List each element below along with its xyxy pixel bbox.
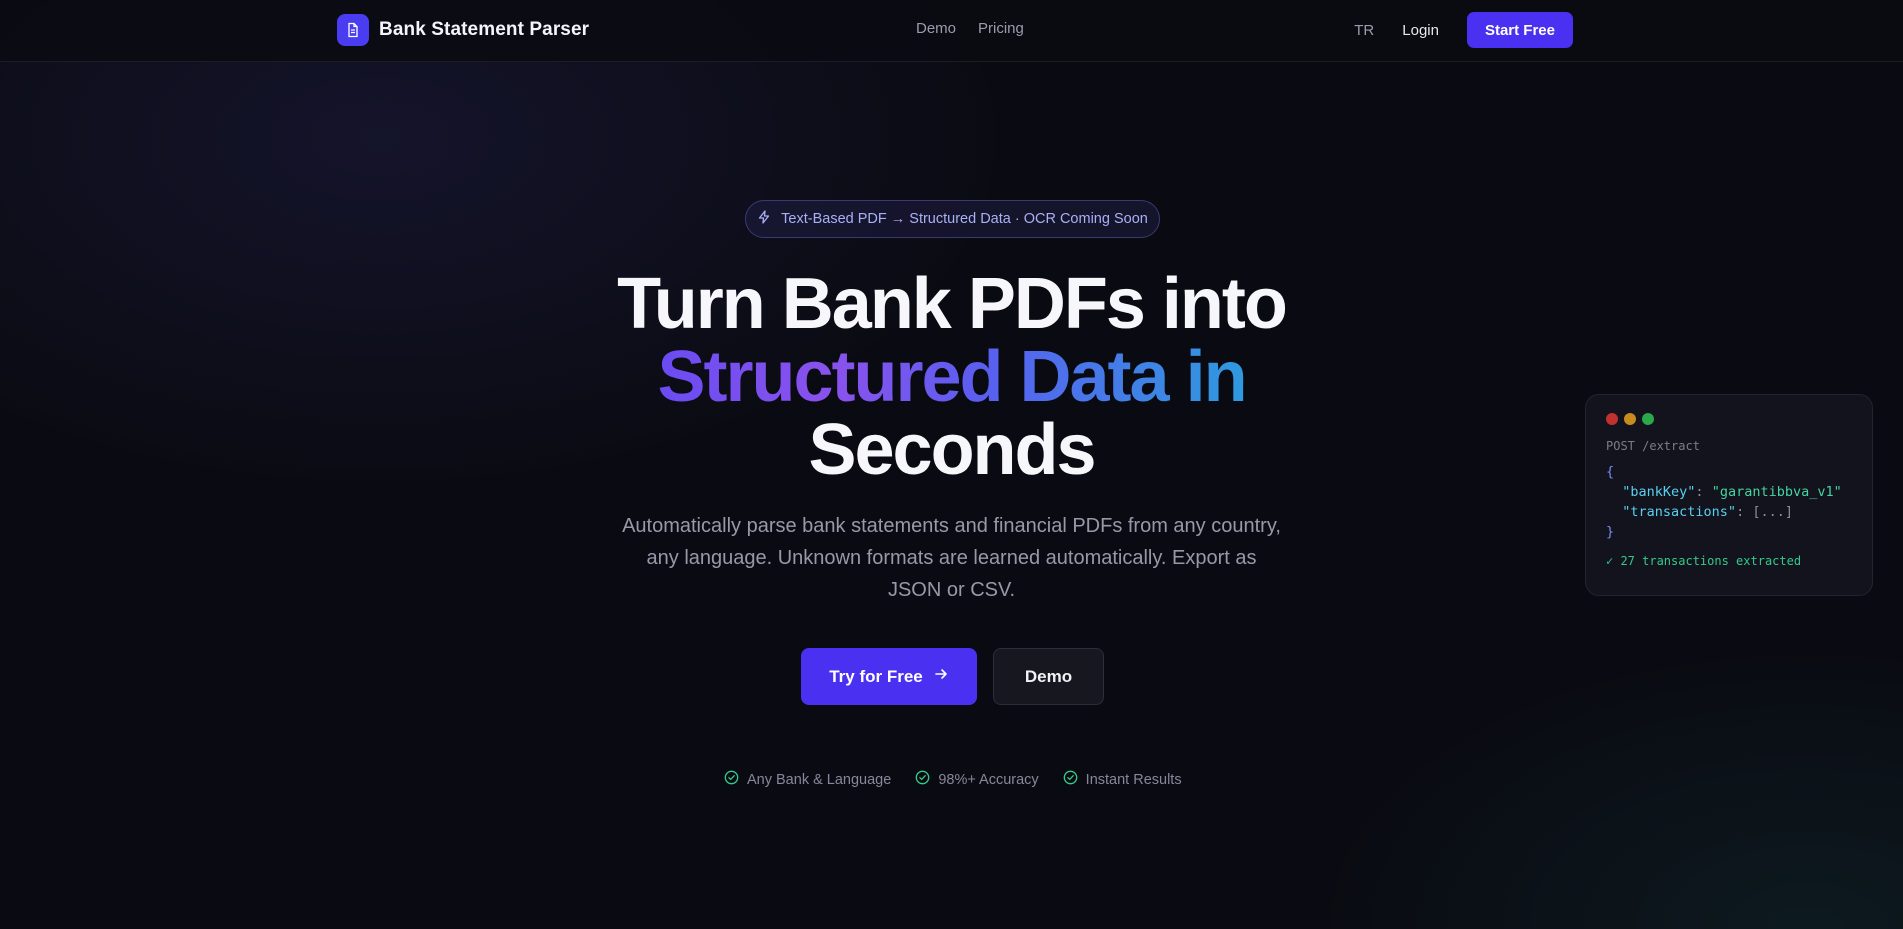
document-icon: [337, 14, 369, 46]
feature-label: 98%+ Accuracy: [938, 771, 1039, 788]
start-free-button[interactable]: Start Free: [1466, 12, 1573, 48]
code-key-bankkey: "bankKey": [1622, 484, 1696, 500]
extraction-result: ✓ 27 transactions extracted: [1606, 554, 1802, 568]
code-key-transactions: "transactions": [1622, 504, 1737, 520]
try-for-free-label: Try for Free: [829, 666, 923, 686]
login-link[interactable]: Login: [1402, 22, 1439, 39]
headline-line-2: Structured Data in: [657, 337, 1247, 417]
feature-label: Any Bank & Language: [747, 771, 892, 788]
cta-row: Try for Free Demo: [801, 648, 1104, 705]
hero-subtitle: Automatically parse bank statements and …: [622, 515, 1281, 601]
code-value-bankkey: "garantibbva_v1": [1711, 484, 1842, 500]
feature-item: Any Bank & Language: [724, 770, 891, 789]
nav-demo[interactable]: Demo: [916, 20, 956, 37]
code-open-brace: {: [1606, 464, 1615, 480]
nav-pricing[interactable]: Pricing: [978, 20, 1024, 37]
feature-item: Instant Results: [1063, 770, 1182, 789]
dot-red: [1606, 413, 1618, 425]
lightning-icon: [757, 210, 771, 228]
code-value-transactions: [...]: [1752, 504, 1793, 520]
demo-button[interactable]: Demo: [993, 648, 1104, 705]
main-nav: Demo Pricing: [916, 20, 1024, 37]
check-circle-icon: [915, 770, 930, 789]
nav-actions: TR Login Start Free: [1354, 12, 1573, 48]
api-code-card: POST /extract { "bankKey": "garantibbva_…: [1585, 394, 1873, 596]
dot-green: [1642, 413, 1654, 425]
language-toggle[interactable]: TR: [1354, 22, 1374, 39]
check-circle-icon: [1063, 770, 1078, 789]
code-endpoint: POST /extract: [1606, 439, 1700, 453]
code-close-brace: }: [1606, 524, 1615, 540]
window-dots: [1606, 413, 1852, 425]
brand[interactable]: Bank Statement Parser: [337, 14, 589, 46]
arrow-right-icon: [933, 666, 949, 687]
try-for-free-button[interactable]: Try for Free: [801, 648, 977, 705]
brand-name: Bank Statement Parser: [379, 19, 590, 40]
feature-item: 98%+ Accuracy: [915, 770, 1039, 789]
hero-badge-text: Text-Based PDF → Structured Data · OCR C…: [781, 211, 1148, 227]
top-navbar: Bank Statement Parser Demo Pricing TR Lo…: [0, 0, 1903, 62]
check-circle-icon: [724, 770, 739, 789]
headline-line-1: Turn Bank PDFs into: [617, 264, 1288, 344]
feature-list: Any Bank & Language 98%+ Accuracy Instan…: [724, 770, 1182, 789]
dot-yellow: [1624, 413, 1636, 425]
hero-badge: Text-Based PDF → Structured Data · OCR C…: [745, 200, 1160, 238]
feature-label: Instant Results: [1085, 771, 1182, 788]
